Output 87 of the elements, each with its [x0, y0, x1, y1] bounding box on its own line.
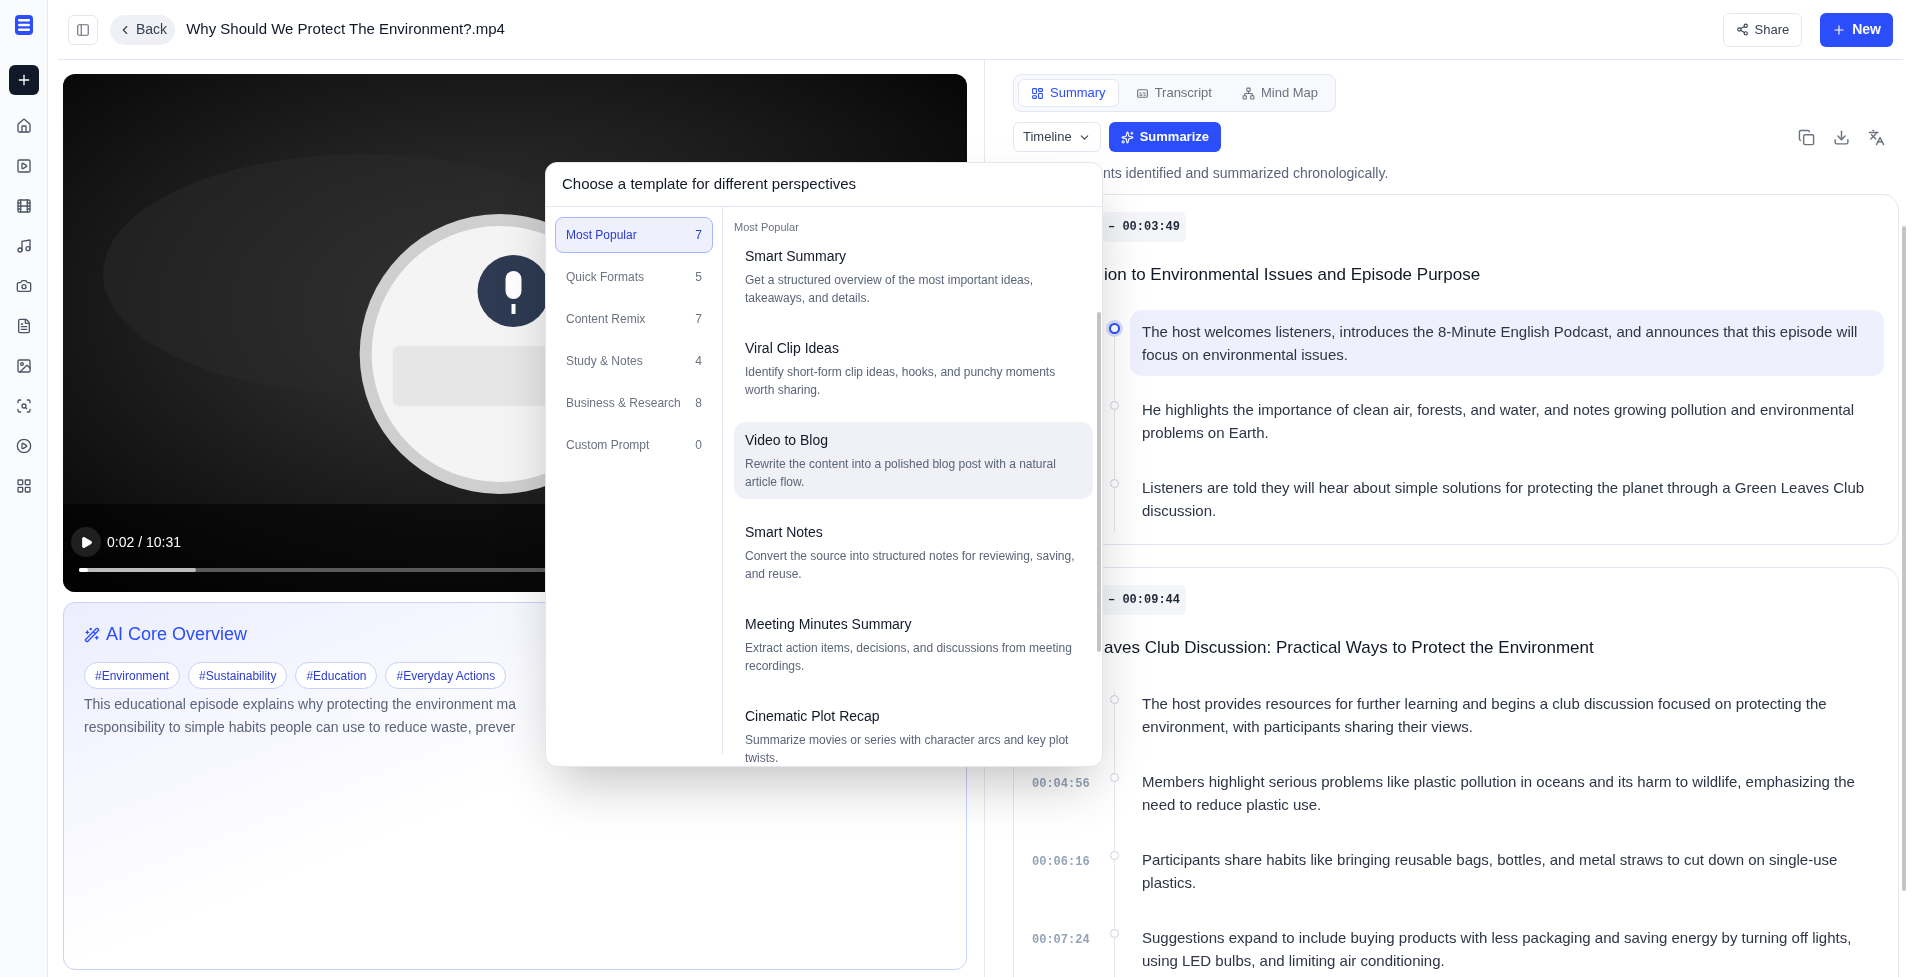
panel-icon — [76, 22, 90, 37]
hashtag[interactable]: #Sustainability — [188, 662, 288, 689]
video-icon — [15, 158, 32, 174]
category-label: Custom Prompt — [566, 437, 650, 454]
category-count: 5 — [695, 269, 702, 286]
template-description: Rewrite the content into a polished blog post with a natural article flow. — [745, 455, 1057, 491]
category-count: 0 — [695, 437, 702, 454]
grid-icon — [15, 478, 32, 494]
summarize-button[interactable]: Summarize — [1108, 122, 1222, 152]
summary-description: nts identified and summarized chronologically. — [1102, 164, 1390, 183]
template-description: Extract action items, decisions, and discussions from meeting recordings. — [745, 639, 1073, 675]
summary-point[interactable]: Suggestions expand to include buying products with less packaging and saving energy by turning off lights, using LED bulbs, and limiting air conditioning. — [1130, 916, 1884, 977]
category-count: 4 — [695, 353, 702, 370]
add-button[interactable] — [8, 65, 39, 95]
music-note-icon — [15, 238, 32, 254]
hashtag[interactable]: #Education — [295, 662, 378, 689]
network-icon — [1241, 86, 1255, 100]
translate-icon[interactable] — [1868, 128, 1885, 146]
home-icon — [15, 118, 32, 134]
hashtag[interactable]: #Environment — [84, 662, 181, 689]
captions-icon — [1135, 86, 1149, 100]
scan-search-icon — [15, 398, 32, 414]
hashtag[interactable]: #Everyday Actions — [385, 662, 507, 689]
layout-icon — [1031, 86, 1044, 100]
picker-title: Choose a template for different perspectives — [546, 163, 1102, 207]
summary-point[interactable]: Members highlight serious problems like plastic pollution in oceans and its harm to wildlife, emphasizing the need to reduce plastic use. — [1130, 760, 1884, 826]
category-item[interactable]: Business & Research 8 — [555, 385, 713, 421]
camera-icon — [15, 278, 32, 294]
scrollbar[interactable] — [1097, 312, 1101, 652]
back-button[interactable]: Back — [110, 14, 176, 45]
plus-icon — [1832, 22, 1847, 37]
file-title: Why Should We Protect The Environment?.mp4 — [186, 19, 505, 40]
summary-point[interactable]: Participants share habits like bringing reusable bags, bottles, and metal straws to cut down on single-use plastics. — [1130, 838, 1884, 904]
panel-toggle-button[interactable] — [68, 14, 98, 45]
template-description: Convert the source into structured notes for reviewing, saving, and reuse. — [745, 547, 1076, 583]
share-button[interactable]: Share — [1722, 12, 1803, 47]
time-range: – 00:03:49 — [1102, 212, 1186, 242]
play-circle-icon — [15, 438, 32, 454]
template-description: Get a structured overview of the most important ideas, takeaways, and details. — [745, 271, 1035, 307]
category-label: Quick Formats — [566, 269, 644, 286]
category-item[interactable]: Content Remix 7 — [555, 301, 713, 337]
template-title: Viral Clip Ideas — [745, 338, 840, 358]
view-tab[interactable]: Mind Map — [1228, 79, 1331, 107]
play-icon — [79, 535, 93, 549]
section-title: aves Club Discussion: Practical Ways to Protect the Environment — [1104, 636, 1595, 659]
summary-point[interactable]: He highlights the importance of clean air, forests, and water, and notes growing pollution and environmental problems on Earth. — [1130, 387, 1884, 454]
scrollbar[interactable] — [1902, 226, 1906, 891]
category-item[interactable]: Most Popular 7 — [555, 217, 713, 253]
template-title: Cinematic Plot Recap — [745, 706, 881, 726]
summary-point[interactable]: The host provides resources for further learning and begins a club discussion focused on protecting the environment, with participants sharing their views. — [1130, 682, 1884, 748]
category-count: 7 — [695, 227, 702, 244]
view-tab[interactable]: Summary — [1018, 79, 1119, 107]
template-title: Video to Blog — [745, 430, 830, 450]
summary-point[interactable]: The host welcomes listeners, introduces the 8-Minute English Podcast, and announces that this episode will focus on environmental issues. — [1130, 309, 1884, 376]
template-description: Summarize movies or series with character arcs and key plot twists. — [745, 731, 1070, 766]
playback-time: 0:02 / 10:31 — [107, 532, 181, 552]
category-label: Study & Notes — [566, 353, 643, 370]
category-item[interactable]: Study & Notes 4 — [555, 343, 713, 379]
section-title: ion to Environmental Issues and Episode Purpose — [1104, 264, 1482, 286]
category-item[interactable]: Custom Prompt 0 — [555, 427, 713, 463]
section-label: Most Popular — [734, 220, 800, 235]
category-label: Business & Research — [566, 395, 681, 412]
overview-title: AI Core Overview — [106, 623, 248, 646]
timeline-dropdown[interactable]: Timeline — [1013, 122, 1101, 152]
category-label: Content Remix — [566, 311, 646, 328]
view-tab[interactable]: Transcript — [1122, 79, 1225, 107]
copy-icon[interactable] — [1798, 128, 1815, 146]
new-button[interactable]: New — [1820, 12, 1893, 47]
template-title: Meeting Minutes Summary — [745, 614, 913, 634]
category-count: 8 — [695, 395, 702, 412]
film-icon — [15, 198, 32, 214]
download-icon[interactable] — [1833, 128, 1850, 146]
document-icon — [15, 318, 32, 334]
category-count: 7 — [695, 311, 702, 328]
category-item[interactable]: Quick Formats 5 — [555, 259, 713, 295]
category-label: Most Popular — [566, 227, 637, 244]
template-option[interactable]: Video to Blog Rewrite the content into a polished blog post with a natural article flow. — [734, 421, 1093, 499]
time-range: – 00:09:44 — [1102, 584, 1186, 615]
summary-point[interactable]: Listeners are told they will hear about simple solutions for protecting the planet through a Green Leaves Club discussion. — [1130, 465, 1884, 532]
image-icon — [15, 358, 32, 374]
share-icon — [1735, 23, 1749, 36]
sparkles-icon — [1120, 130, 1134, 144]
template-title: Smart Summary — [745, 246, 848, 266]
template-title: Smart Notes — [745, 522, 824, 542]
overview-text: This educational episode explains why protecting the environment ma responsibility to simple habits people can use to reduce waste, prever — [84, 695, 516, 737]
magic-wand-icon — [84, 626, 100, 643]
template-description: Identify short-form clip ideas, hooks, and punchy moments worth sharing. — [745, 363, 1057, 399]
